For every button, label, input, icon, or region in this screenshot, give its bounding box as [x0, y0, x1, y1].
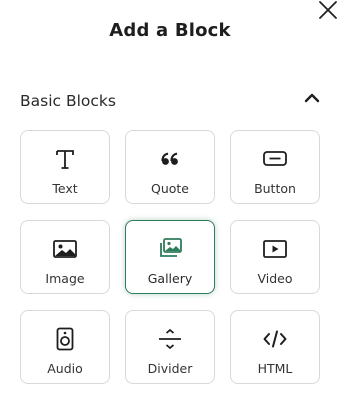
text-icon — [56, 150, 74, 169]
block-tile-video[interactable]: Video — [230, 220, 320, 294]
block-tile-button[interactable]: Button — [230, 130, 320, 204]
divider-icon — [159, 328, 181, 350]
close-icon — [319, 1, 337, 19]
block-tile-html[interactable]: HTML — [230, 310, 320, 384]
gallery-icon — [160, 238, 182, 257]
collapse-section-button[interactable] — [302, 90, 322, 106]
audio-icon — [56, 327, 74, 351]
chevron-up-icon — [304, 93, 320, 103]
section-title: Basic Blocks — [20, 92, 116, 110]
block-tile-gallery[interactable]: Gallery — [125, 220, 215, 294]
block-label: HTML — [257, 361, 293, 376]
block-label: Text — [52, 181, 78, 196]
section-header: Basic Blocks — [20, 90, 320, 114]
close-button[interactable] — [316, 0, 340, 22]
block-label: Video — [257, 271, 293, 286]
block-tile-text[interactable]: Text — [20, 130, 110, 204]
block-label: Audio — [47, 361, 83, 376]
block-tile-quote[interactable]: Quote — [125, 130, 215, 204]
block-label: Divider — [147, 361, 193, 376]
block-grid: Text Quote Button Image Gallery Video Au… — [20, 130, 320, 384]
video-icon — [263, 240, 287, 258]
html-icon — [263, 330, 287, 348]
quote-icon — [161, 152, 178, 165]
block-tile-divider[interactable]: Divider — [125, 310, 215, 384]
dialog-title: Add a Block — [109, 20, 231, 41]
image-icon — [53, 240, 77, 258]
block-label: Button — [254, 181, 296, 196]
block-label: Image — [45, 271, 85, 286]
block-label: Gallery — [147, 271, 193, 286]
block-tile-image[interactable]: Image — [20, 220, 110, 294]
block-tile-audio[interactable]: Audio — [20, 310, 110, 384]
block-label: Quote — [150, 181, 189, 196]
button-icon — [263, 151, 287, 166]
